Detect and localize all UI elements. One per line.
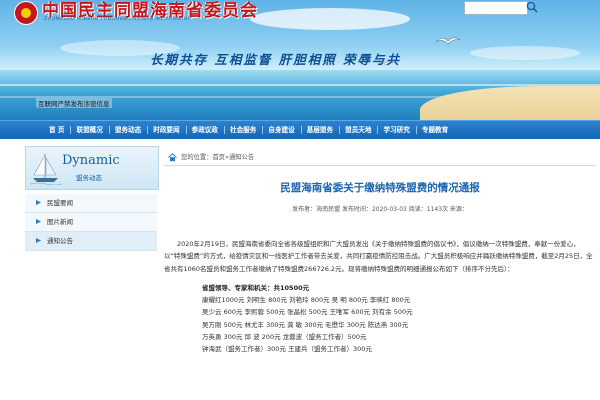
bullet-icon (36, 219, 41, 224)
sidebar-item-league-news[interactable]: 民盟要闻 (25, 194, 157, 213)
sidebar-item-label: 通知公告 (47, 237, 73, 245)
sidebar-item-photo-news[interactable]: 图片新闻 (25, 213, 157, 232)
breadcrumb: 您的位置：首页»通知公告 (164, 151, 596, 166)
security-notice: 互联网严禁发布涉密信息 (36, 98, 112, 108)
cloud-decoration (250, 8, 410, 30)
nav-item-proposals[interactable]: 参政议政 (185, 121, 224, 139)
cloud-decoration (470, 46, 580, 60)
main-nav: 首 页 联盟概况 盟务动态 时政要闻 参政议政 社会服务 自身建设 基层盟务 盟… (0, 120, 600, 139)
donor-line: 钟海武（盟务工作者）300元 王建兵（盟务工作者）300元 (202, 345, 372, 354)
seagull-icon (435, 37, 461, 45)
sidebar-item-label: 图片新闻 (47, 218, 73, 226)
nav-item-politics[interactable]: 时政要闻 (147, 121, 185, 139)
search-icon (526, 1, 538, 13)
home-icon (168, 152, 177, 161)
sidebar-menu: 民盟要闻 图片新闻 通知公告 (25, 194, 157, 251)
nav-item-news[interactable]: 盟务动态 (108, 121, 147, 139)
sidebar-item-label: 民盟要闻 (47, 199, 73, 207)
dynamic-subtitle: 盟务动态 (76, 174, 102, 182)
donor-line: 吴方刚 500元 林尤丰 300元 龚 敏 300元 毛懋华 300元 陈达燕 … (202, 320, 409, 329)
nav-item-self-building[interactable]: 自身建设 (262, 121, 300, 139)
site-logo (14, 1, 38, 25)
nav-item-topic-education[interactable]: 专题教育 (415, 121, 454, 139)
bullet-icon (36, 200, 41, 205)
site-subtitle: ZHONGGUO MINZHU TONGMENG HAINAN WEIYUANH… (44, 17, 190, 22)
slogan-text: 长期共存 互相监督 肝胆相照 荣辱与共 (150, 52, 402, 67)
dynamic-header: Dynamic 盟务动态 (25, 146, 159, 190)
site-banner: 中国民主同盟海南省委员会 ZHONGGUO MINZHU TONGMENG HA… (0, 0, 600, 120)
breadcrumb-prefix: 您的位置： (181, 154, 213, 161)
nav-item-home[interactable]: 首 页 (43, 121, 70, 139)
sailboat-icon (30, 154, 62, 185)
nav-item-members[interactable]: 盟员天地 (339, 121, 377, 139)
section-title: 省盟领导、专家和机关：共10500元 (202, 283, 310, 292)
breadcrumb-path[interactable]: 首页»通知公告 (213, 154, 255, 161)
nav-item-grassroots[interactable]: 基层盟务 (300, 121, 339, 139)
article-body: 2020年2月19日，民盟海南省委向全省各级盟组织和广大盟员发出《关于缴纳特殊盟… (164, 238, 596, 356)
donor-line: 康耀红1000元 刘明生 800元 刘艳玲 800元 吴 明 800元 李映红 … (202, 296, 411, 305)
search-input[interactable] (464, 1, 528, 15)
article-title: 民盟海南省委关于缴纳特殊盟费的情况通报 (280, 182, 480, 194)
nav-item-social-service[interactable]: 社会服务 (223, 121, 262, 139)
search-button[interactable] (525, 1, 539, 13)
nav-item-overview[interactable]: 联盟概况 (70, 121, 108, 139)
wave-line (0, 84, 600, 86)
main-content: 您的位置：首页»通知公告 民盟海南省委关于缴纳特殊盟费的情况通报 发布者：海南民… (164, 146, 600, 400)
bullet-icon (36, 238, 41, 243)
donor-line: 吴少云 600元 李熙蓉 500元 张晶松 500元 王唯军 600元 刘有余 … (202, 308, 413, 317)
donor-block: 省盟领导、专家和机关：共10500元 康耀红1000元 刘明生 800元 刘艳玲… (202, 282, 596, 356)
nav-item-study[interactable]: 学习研究 (377, 121, 415, 139)
article-paragraph: 2020年2月19日，民盟海南省委向全省各级盟组织和广大盟员发出《关于缴纳特殊盟… (164, 240, 593, 273)
sidebar-item-notices[interactable]: 通知公告 (25, 232, 157, 251)
article-meta: 发布者：海南民盟 发布时间：2020-03-03 阅读：1143次 来源： (292, 206, 468, 213)
left-sidebar: Dynamic 盟务动态 民盟要闻 图片新闻 通知公告 (25, 146, 159, 400)
donor-line: 万英勇 300元 邱 波 200元 龙蓉波（盟务工作者）500元 (202, 333, 367, 342)
dynamic-title: Dynamic (62, 153, 120, 168)
